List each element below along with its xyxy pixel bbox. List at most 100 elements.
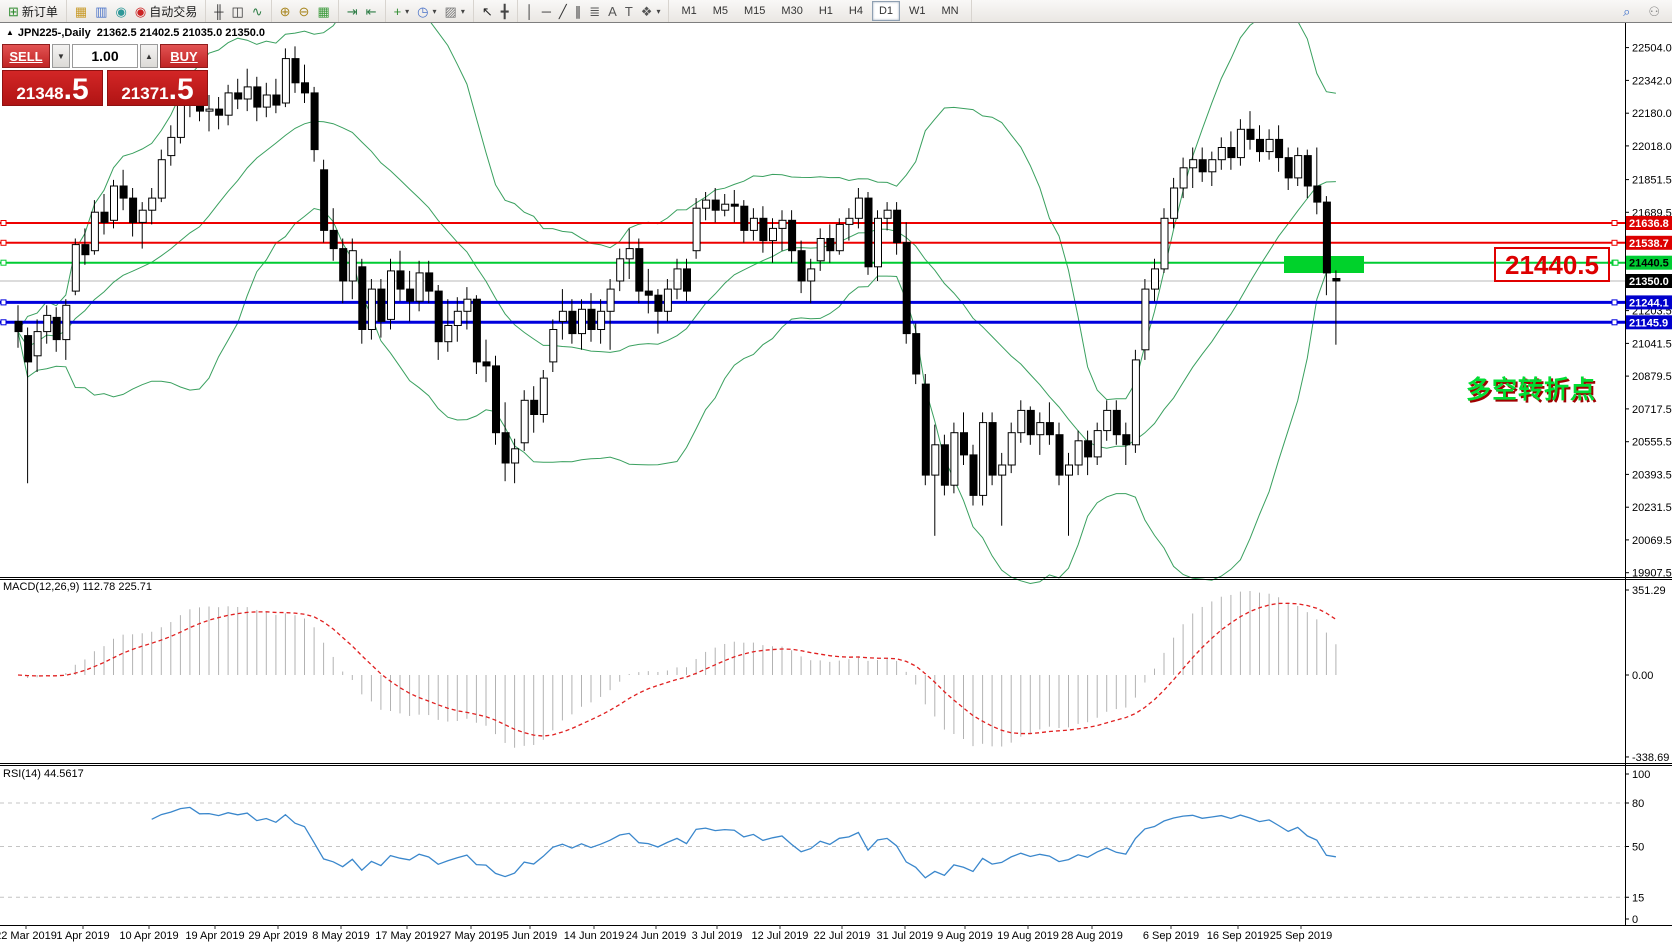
time-tick-label: 10 Apr 2019 xyxy=(119,930,178,942)
buy-price-display[interactable]: 21371 .5 xyxy=(107,70,208,106)
cursor-icon: ↖ xyxy=(482,5,493,18)
rsi-tick-label: 15 xyxy=(1632,892,1644,904)
line-handle[interactable] xyxy=(1,300,6,305)
line-handle[interactable] xyxy=(1,240,6,245)
timeframe-button-m5[interactable]: M5 xyxy=(706,1,735,21)
candle-body xyxy=(884,210,891,218)
sell-price-display[interactable]: 21348 .5 xyxy=(2,70,103,106)
price-axis[interactable]: 22504.022342.022180.022018.021851.521689… xyxy=(1625,22,1672,926)
timeframe-button-m15[interactable]: M15 xyxy=(737,1,772,21)
indicators-icon: + xyxy=(394,5,402,18)
chevron-down-icon[interactable]: ▾ xyxy=(461,7,465,16)
candle-body xyxy=(502,433,509,463)
crosshair-icon: ╋ xyxy=(501,5,509,18)
data-window-button[interactable]: ◉ xyxy=(112,0,131,22)
chevron-down-icon[interactable]: ▾ xyxy=(433,7,437,16)
zoom-in-button[interactable]: ⊕ xyxy=(276,0,295,22)
candle-body xyxy=(674,269,681,289)
candle-body xyxy=(493,366,500,433)
candle-body xyxy=(817,239,824,261)
chart-shift-button[interactable]: ⇤ xyxy=(362,0,381,22)
timeframe-group: M1M5M15M30H1H4D1W1MN xyxy=(669,0,971,22)
timeframe-button-m1[interactable]: M1 xyxy=(674,1,703,21)
line-handle[interactable] xyxy=(1612,300,1617,305)
candle-body xyxy=(1323,202,1330,273)
time-tick-label: 3 Jul 2019 xyxy=(692,930,743,942)
candle-body xyxy=(607,289,614,311)
candle-body xyxy=(158,160,165,198)
buy-button[interactable]: BUY xyxy=(160,44,208,68)
sell-button[interactable]: SELL xyxy=(2,44,50,68)
chevron-down-icon[interactable]: ▾ xyxy=(656,7,660,16)
price-tick-label: 20231.5 xyxy=(1632,502,1672,514)
new-order-button[interactable]: ⊞新订单 xyxy=(4,0,62,22)
auto-trading-button[interactable]: ◉自动交易 xyxy=(131,0,201,22)
timeframe-button-d1[interactable]: D1 xyxy=(872,1,900,21)
periods-button[interactable]: ◷▾ xyxy=(413,0,440,22)
candle-body xyxy=(1046,423,1053,435)
volume-increase-button[interactable]: ▲ xyxy=(140,44,158,68)
data-window-icon: ◉ xyxy=(116,5,127,18)
open-chart-button[interactable]: ▦ xyxy=(71,0,91,22)
line-handle[interactable] xyxy=(1,260,6,265)
timeframe-button-w1[interactable]: W1 xyxy=(902,1,933,21)
timeframe-button-h1[interactable]: H1 xyxy=(812,1,840,21)
tile-windows-button[interactable]: ▦ xyxy=(313,0,333,22)
time-axis[interactable]: 22 Mar 20191 Apr 201910 Apr 201919 Apr 2… xyxy=(0,925,1332,942)
horizontal-line-button[interactable]: ─ xyxy=(538,0,555,22)
bar-chart-button[interactable]: ╫ xyxy=(210,0,227,22)
text-label-button[interactable]: T xyxy=(621,0,637,22)
shapes-icon: ❖ xyxy=(641,5,653,18)
candle-body xyxy=(512,449,519,463)
rsi-indicator-label: RSI(14) 44.5617 xyxy=(3,768,84,780)
candle-body xyxy=(1257,139,1264,151)
bull-bear-turning-point-note[interactable]: 多空转折点 xyxy=(1466,370,1596,406)
line-chart-button[interactable]: ∿ xyxy=(248,0,267,22)
templates-button[interactable]: ▨▾ xyxy=(441,0,469,22)
vertical-line-button[interactable]: │ xyxy=(522,0,538,22)
auto-scroll-button[interactable]: ⇥ xyxy=(343,0,362,22)
price-tick-label: 22180.0 xyxy=(1632,108,1672,120)
time-tick-label: 29 Apr 2019 xyxy=(248,930,307,942)
chevron-down-icon[interactable]: ▾ xyxy=(405,7,409,16)
macd-tick-label: -338.69 xyxy=(1632,752,1669,764)
timeframe-button-h4[interactable]: H4 xyxy=(842,1,870,21)
candle-body xyxy=(34,332,41,356)
price-callout-box[interactable]: 21440.5 xyxy=(1494,247,1610,282)
fibonacci-button[interactable]: ≣ xyxy=(585,0,604,22)
bar-chart-icon: ╫ xyxy=(214,5,223,18)
line-handle[interactable] xyxy=(1612,320,1617,325)
timeframe-button-mn[interactable]: MN xyxy=(935,1,966,21)
line-handle[interactable] xyxy=(1612,221,1617,226)
tile-windows-icon: ▦ xyxy=(317,5,329,18)
market-watch-button[interactable]: ▥ xyxy=(91,0,111,22)
price-tick-label: 22504.0 xyxy=(1632,43,1672,55)
toolbar-group: ⇥⇤ xyxy=(339,0,386,22)
timeframe-button-m30[interactable]: M30 xyxy=(774,1,809,21)
arrows-button[interactable]: ❖▾ xyxy=(637,0,665,22)
cursor-button[interactable]: ↖ xyxy=(478,0,497,22)
volume-decrease-button[interactable]: ▼ xyxy=(52,44,70,68)
community-chat-button[interactable]: ⚇ xyxy=(1644,0,1664,22)
candle-body xyxy=(1180,168,1187,188)
equidistant-channel-button[interactable]: ∥ xyxy=(571,0,586,22)
one-click-trading-panel: SELL ▼ 1.00 ▲ BUY 21348 .5 21371 .5 xyxy=(2,44,208,106)
candle-body xyxy=(473,299,480,362)
trendline-button[interactable]: ╱ xyxy=(555,0,571,22)
rsi-line xyxy=(152,807,1336,877)
candle-body xyxy=(894,210,901,242)
text-button[interactable]: A xyxy=(604,0,621,22)
candlestick-chart-button[interactable]: ◫ xyxy=(227,0,247,22)
zoom-out-button[interactable]: ⊖ xyxy=(295,0,314,22)
chart-canvas[interactable]: 22504.022342.022180.022018.021851.521689… xyxy=(0,22,1672,944)
candle-body xyxy=(1247,129,1254,139)
volume-input[interactable]: 1.00 xyxy=(72,44,138,68)
line-handle[interactable] xyxy=(1,320,6,325)
line-chart-icon: ∿ xyxy=(252,5,263,18)
search-button[interactable]: ⌕ xyxy=(1619,0,1634,22)
line-handle[interactable] xyxy=(1612,240,1617,245)
indicators-button[interactable]: +▾ xyxy=(390,0,414,22)
crosshair-button[interactable]: ╋ xyxy=(497,0,513,22)
line-handle[interactable] xyxy=(1,221,6,226)
candle-body xyxy=(216,109,223,115)
